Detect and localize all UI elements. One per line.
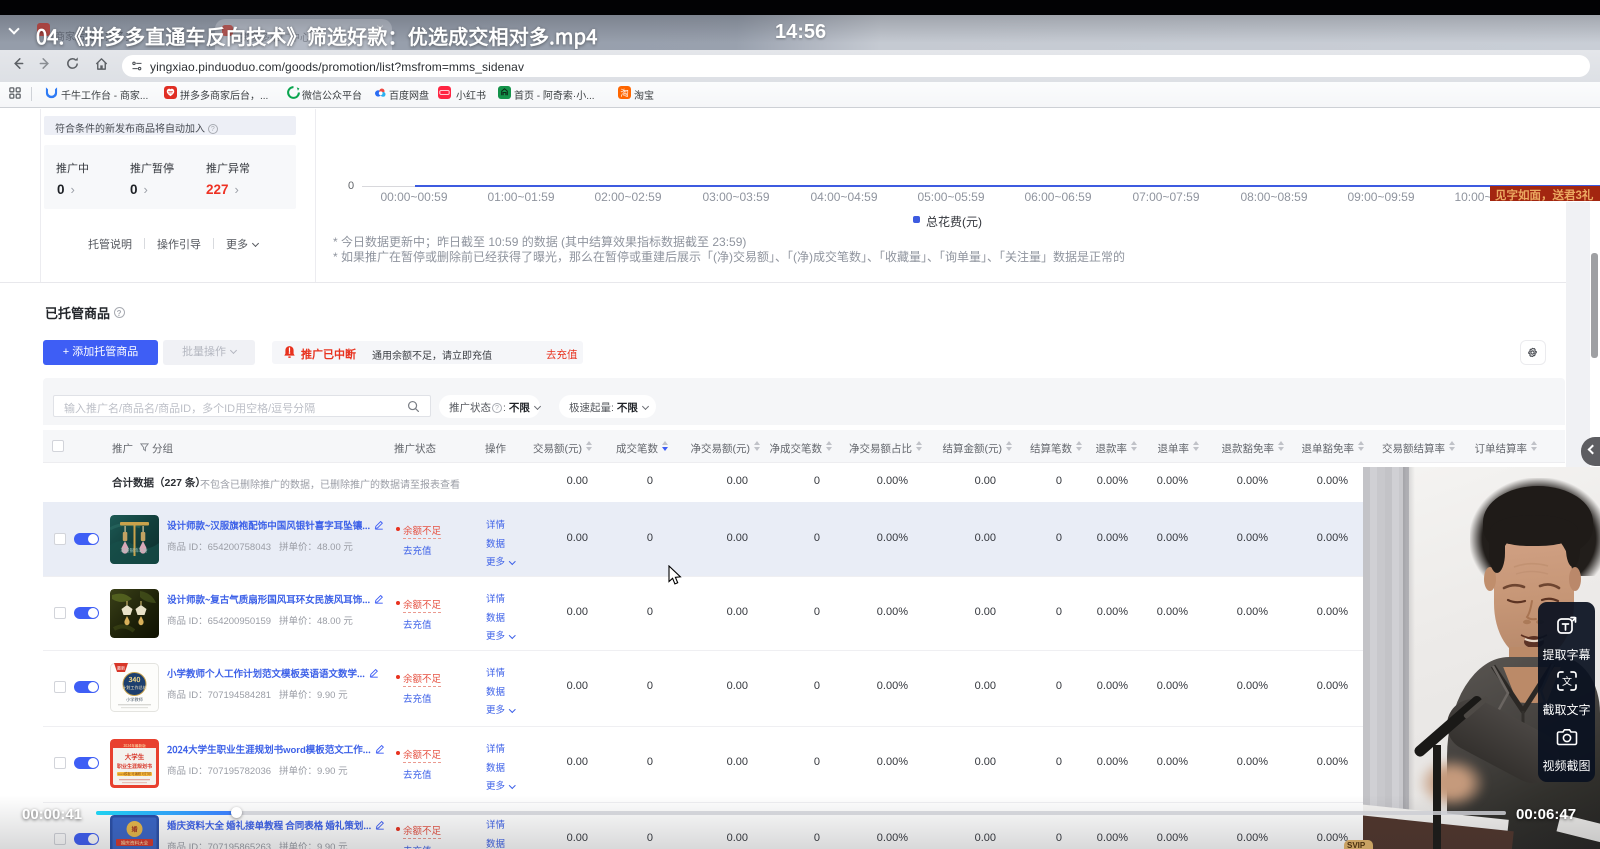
svg-text:2024年最新版: 2024年最新版 <box>123 743 146 749</box>
svg-text:最新: 最新 <box>117 665 125 672</box>
svg-text:小学教师: 小学教师 <box>126 696 143 703</box>
svg-text:word模板 可编辑 可打印: word模板 可编辑 可打印 <box>118 771 151 776</box>
svg-text:计划工作总结: 计划工作总结 <box>122 684 147 691</box>
svg-text:淘: 淘 <box>620 87 628 99</box>
svg-text:婚: 婚 <box>130 825 137 834</box>
svg-text:婚庆资料大全: 婚庆资料大全 <box>121 839 149 846</box>
svg-text:职业生涯规划书: 职业生涯规划书 <box>117 763 152 770</box>
svg-text:非遗银饰工坊: 非遗银饰工坊 <box>121 547 148 554</box>
svg-text:340: 340 <box>128 675 141 685</box>
svg-text:大学生: 大学生 <box>125 751 145 761</box>
svg-text:文: 文 <box>1562 673 1572 688</box>
